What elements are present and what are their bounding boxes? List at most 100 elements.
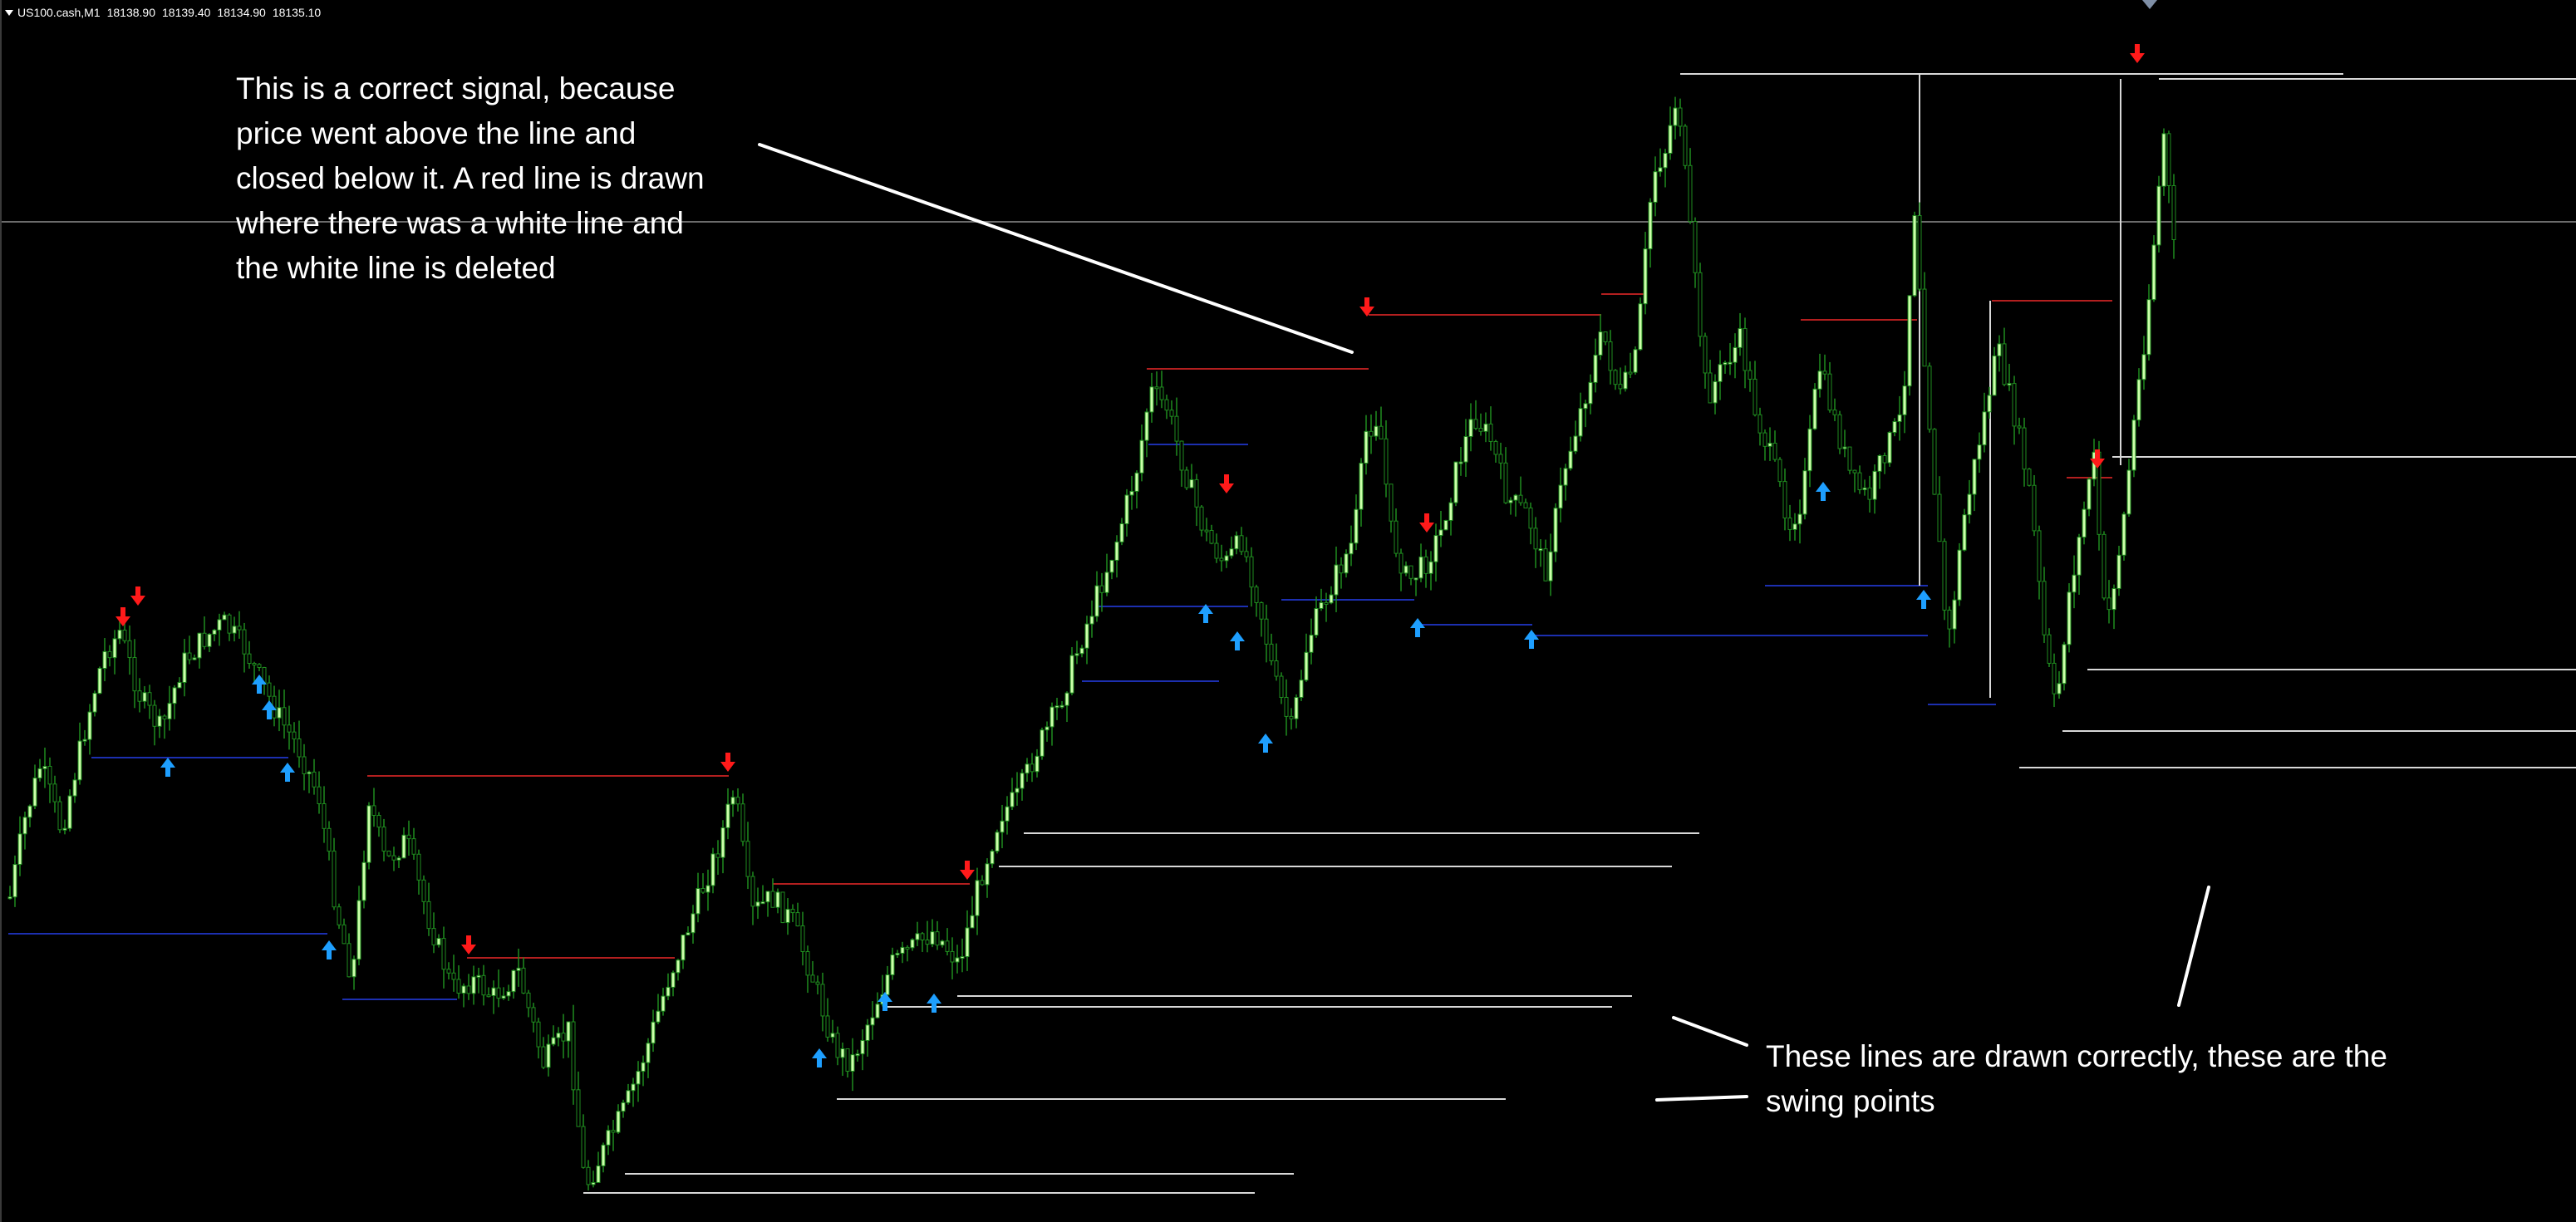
blue-up-arrow-icon xyxy=(1816,482,1831,501)
blue-up-arrow-icon xyxy=(812,1048,827,1067)
candle-body xyxy=(177,681,182,689)
candle-body xyxy=(1628,371,1633,375)
candle-body xyxy=(351,959,356,978)
candle-body xyxy=(1249,556,1254,588)
candle-body xyxy=(910,939,915,949)
chart-menu-triangle-icon[interactable] xyxy=(5,9,13,16)
blue-up-arrow-shape xyxy=(878,992,892,1011)
candle-body xyxy=(1229,548,1234,557)
candle-body xyxy=(212,629,217,635)
candle-body xyxy=(1204,529,1209,532)
candle-body xyxy=(1369,430,1374,437)
candle-body xyxy=(870,1017,875,1026)
candle-body xyxy=(1184,469,1189,488)
candle-body xyxy=(596,1165,601,1183)
candle-body xyxy=(1618,384,1623,390)
candle-body xyxy=(1822,371,1827,375)
symbol-timeframe: US100.cash,M1 xyxy=(17,6,101,19)
candle-body xyxy=(327,827,332,852)
candle-body xyxy=(1977,444,1982,460)
candle-body xyxy=(466,985,471,994)
candle-body xyxy=(1059,704,1064,708)
candle-body xyxy=(1982,411,1987,446)
candle-body xyxy=(586,1166,591,1185)
candle-body xyxy=(1538,548,1543,552)
blue-up-arrow-icon xyxy=(1410,618,1425,637)
candle-body xyxy=(222,614,227,621)
candle-body xyxy=(995,832,1000,852)
candle-body xyxy=(531,1007,536,1023)
candle-body xyxy=(247,653,252,665)
candle-body xyxy=(561,1033,566,1042)
annotation-line: swing points xyxy=(1766,1084,1935,1118)
candle-body xyxy=(187,652,192,660)
candle-body xyxy=(1035,755,1040,773)
candle-body xyxy=(1314,608,1319,636)
red-down-arrow-icon xyxy=(130,586,145,606)
candle-body xyxy=(900,946,905,954)
candle-body xyxy=(1573,435,1578,452)
candle-body xyxy=(1748,370,1753,380)
candle-body xyxy=(2161,133,2166,187)
candle-body xyxy=(22,817,27,835)
candle-body xyxy=(1837,414,1842,449)
candle-body xyxy=(1344,553,1349,574)
chart-window[interactable]: US100.cash,M1 18138.90 18139.40 18134.90… xyxy=(0,0,2576,1222)
candle-body xyxy=(1040,729,1045,757)
candle-body xyxy=(1578,408,1583,437)
candle-body xyxy=(1254,586,1259,603)
red-down-arrow-shape xyxy=(960,861,975,880)
ohlc-close: 18135.10 xyxy=(272,6,322,19)
candle-body xyxy=(1987,395,1992,413)
candle-body xyxy=(1887,432,1892,464)
candle-body xyxy=(1957,549,1962,601)
blue-up-arrow-icon xyxy=(1230,631,1245,650)
candle-body xyxy=(1663,152,1668,169)
candle-body xyxy=(2156,185,2161,246)
candle-body xyxy=(2022,427,2027,470)
blue-up-arrow-icon xyxy=(878,992,892,1011)
ohlc-open: 18138.90 xyxy=(106,6,156,19)
candle-body xyxy=(1513,494,1518,501)
candle-body xyxy=(1827,373,1832,411)
candle-body xyxy=(1239,535,1244,552)
candle-body xyxy=(601,1144,606,1166)
candle-body xyxy=(322,803,327,829)
candle-body xyxy=(1867,487,1872,500)
candle-body xyxy=(1857,472,1862,491)
candle-body xyxy=(97,668,102,694)
candle-body xyxy=(1648,201,1653,250)
ohlc-high: 18139.40 xyxy=(162,6,211,19)
chart-shift-marker-icon[interactable] xyxy=(2142,0,2157,9)
candle-body xyxy=(426,901,431,930)
candle-body xyxy=(152,704,157,727)
candle-body xyxy=(2017,425,2022,429)
candle-body xyxy=(486,994,491,998)
candle-body xyxy=(666,986,671,997)
candle-body xyxy=(855,1053,860,1057)
candle-body xyxy=(521,967,526,994)
candle-body xyxy=(242,629,247,655)
candle-body xyxy=(745,841,750,877)
candle-body xyxy=(546,1043,551,1068)
candle-body xyxy=(1767,442,1772,447)
candle-body xyxy=(302,756,307,774)
candle-body xyxy=(1832,410,1837,415)
candle-body xyxy=(162,715,167,719)
candle-body xyxy=(815,981,820,985)
candle-body xyxy=(1154,386,1159,390)
candle-body xyxy=(137,690,142,702)
candle-body xyxy=(1553,508,1558,552)
candle-body xyxy=(1309,635,1314,653)
red-down-arrow-icon xyxy=(1359,297,1374,317)
candle-body xyxy=(67,795,72,829)
candle-body xyxy=(1094,585,1099,617)
candle-body xyxy=(885,974,890,995)
candle-body xyxy=(441,938,446,970)
candle-body xyxy=(32,778,37,807)
red-down-arrow-shape xyxy=(1359,297,1374,317)
candle-body xyxy=(1244,551,1249,557)
candle-body xyxy=(1458,461,1463,464)
candle-body xyxy=(1359,463,1364,510)
candle-body xyxy=(2082,508,2087,538)
